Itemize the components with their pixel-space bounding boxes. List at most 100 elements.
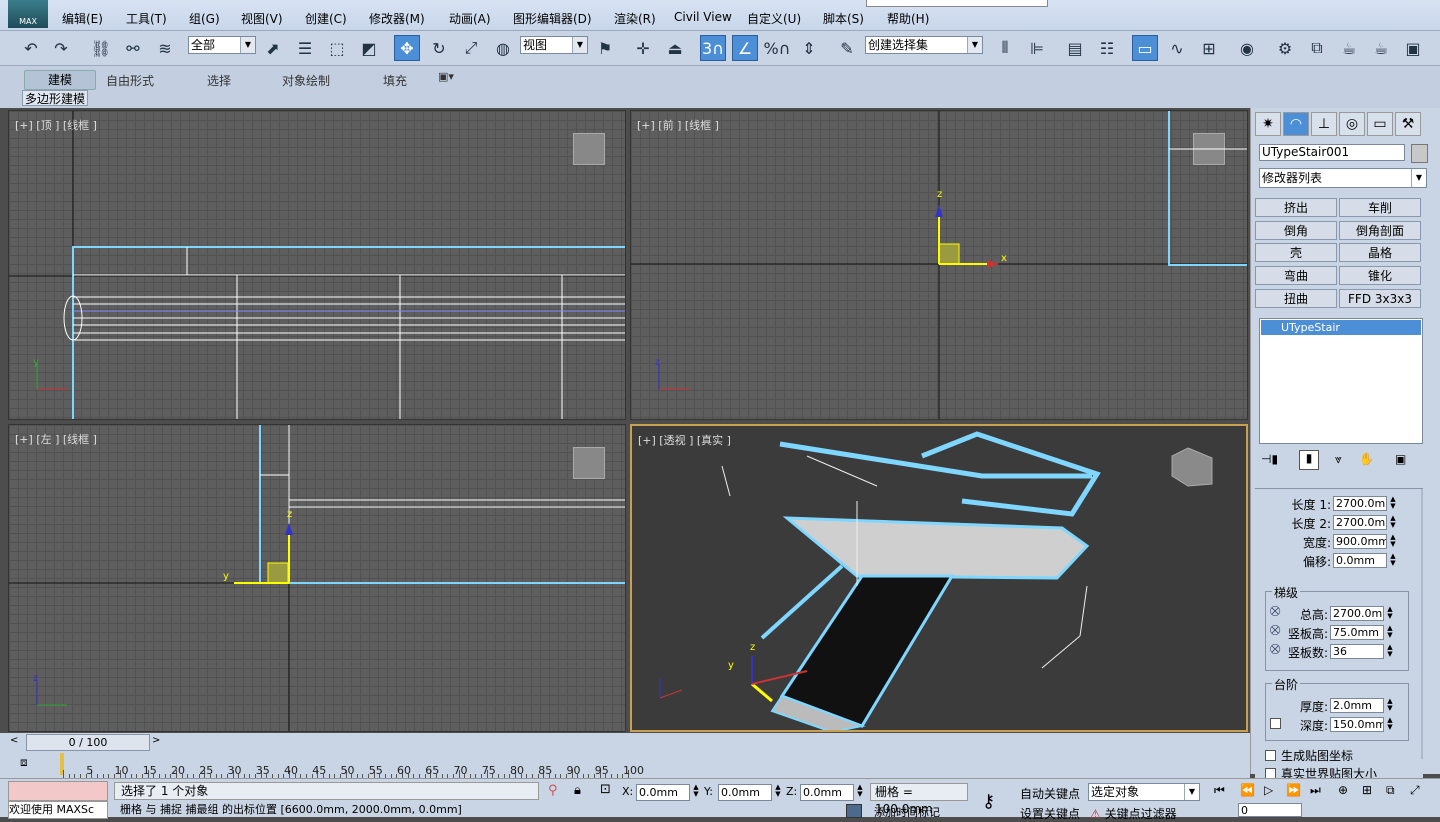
render-iterative-icon[interactable]: ☕ bbox=[1368, 35, 1394, 61]
stack-item-utypestair[interactable]: UTypeStair bbox=[1261, 320, 1421, 335]
menu-modifiers[interactable]: 修改器(M) bbox=[369, 10, 425, 27]
modifier-button-shell[interactable]: 壳 bbox=[1255, 243, 1337, 262]
menu-help[interactable]: 帮助(H) bbox=[887, 10, 929, 27]
next-frame-icon[interactable]: ⏩ bbox=[1286, 783, 1301, 797]
riser-height-spinner[interactable]: ▲ ▼ bbox=[1386, 625, 1394, 640]
time-slider-thumb[interactable]: 0 / 100 bbox=[26, 734, 150, 751]
menu-scripting[interactable]: 脚本(S) bbox=[823, 10, 864, 27]
thickness-input[interactable]: 2.0mm bbox=[1330, 698, 1384, 713]
create-tab-icon[interactable]: ✷ bbox=[1255, 112, 1281, 136]
scene-explorer-icon[interactable]: ☷ bbox=[1094, 35, 1120, 61]
set-key-icon[interactable]: ⚷ bbox=[982, 791, 995, 812]
riser-height-input[interactable]: 75.0mm bbox=[1330, 625, 1384, 640]
render-setup-icon[interactable]: ⚙ bbox=[1272, 35, 1298, 61]
move-icon[interactable]: ✥ bbox=[394, 35, 420, 61]
menu-create[interactable]: 创建(C) bbox=[305, 10, 347, 27]
reference-coord-dropdown[interactable]: 视图 ▼ bbox=[520, 36, 588, 54]
keyboard-shortcut-override-icon[interactable]: ⏏ bbox=[662, 35, 688, 61]
motion-tab-icon[interactable]: ◎ bbox=[1339, 112, 1365, 136]
total-height-spinner[interactable]: ▲ ▼ bbox=[1386, 606, 1394, 621]
selection-filter-dropdown[interactable]: 全部 ▼ bbox=[188, 36, 256, 54]
unlink-icon[interactable]: ⚯ bbox=[120, 35, 146, 61]
goto-start-icon[interactable]: ⏮ bbox=[1214, 783, 1225, 798]
modifier-button-bevel-profile[interactable]: 倒角剖面 bbox=[1339, 221, 1421, 240]
track-bar[interactable]: ⧈ 5 10 15 20 25 30 35 40 45 50 55 60 65 70 75 80 85 90 95 1… bbox=[0, 751, 1250, 778]
riser-count-input[interactable]: 36 bbox=[1330, 644, 1384, 659]
mirror-icon[interactable]: ⫴ bbox=[992, 35, 1018, 61]
modifier-button-lathe[interactable]: 车削 bbox=[1339, 198, 1421, 217]
x-coord-input[interactable]: 0.0mm bbox=[636, 784, 690, 801]
isolate-icon[interactable]: ⚲ bbox=[548, 783, 558, 798]
render-online-icon[interactable]: ▣ bbox=[1400, 35, 1426, 61]
polygon-modeling-button[interactable]: 多边形建模 bbox=[22, 90, 88, 106]
length1-input[interactable]: 2700.0mm bbox=[1333, 496, 1387, 511]
modifier-button-extrude[interactable]: 挤出 bbox=[1255, 198, 1337, 217]
maxscript-welcome[interactable]: 欢迎使用 MAXSc bbox=[8, 801, 108, 819]
gen-map-coords-checkbox[interactable] bbox=[1265, 750, 1276, 761]
pivot-center-icon[interactable]: ⚑ bbox=[592, 35, 618, 61]
maxscript-listener[interactable] bbox=[8, 781, 108, 801]
material-editor-icon[interactable]: ◉ bbox=[1234, 35, 1260, 61]
play-icon[interactable]: ▷ bbox=[1264, 783, 1273, 797]
length2-spinner[interactable]: ▲ ▼ bbox=[1389, 515, 1397, 530]
y-coord-input[interactable]: 0.0mm bbox=[718, 784, 772, 801]
length1-spinner[interactable]: ▲ ▼ bbox=[1389, 496, 1397, 511]
x-coord-spinner[interactable]: ▲ ▼ bbox=[692, 784, 700, 799]
link-icon[interactable]: ⛓ bbox=[88, 35, 114, 61]
ribbon-options-icon[interactable]: ▣▾ bbox=[438, 70, 454, 83]
spinner-snap-icon[interactable]: ⇕ bbox=[796, 35, 822, 61]
bind-space-warp-icon[interactable]: ≋ bbox=[152, 35, 178, 61]
time-next-icon[interactable]: > bbox=[152, 735, 160, 746]
hierarchy-tab-icon[interactable]: ⊥ bbox=[1311, 112, 1337, 136]
snaps-toggle-icon[interactable]: 3 ∩ bbox=[700, 35, 726, 61]
menu-edit[interactable]: 编辑(E) bbox=[62, 10, 103, 27]
modifier-button-lattice[interactable]: 晶格 bbox=[1339, 243, 1421, 262]
offset-spinner[interactable]: ▲ ▼ bbox=[1389, 553, 1397, 568]
modifier-list-dropdown[interactable]: 修改器列表 ▼ bbox=[1259, 168, 1427, 188]
select-by-name-icon[interactable]: ☰ bbox=[292, 35, 318, 61]
total-height-input[interactable]: 2700.0mm bbox=[1330, 606, 1384, 621]
length2-input[interactable]: 2700.0mm bbox=[1333, 515, 1387, 530]
viewport-front[interactable]: [+] [前 ] [线框 ] z x z bbox=[630, 110, 1248, 420]
layer-manager-icon[interactable]: ▤ bbox=[1062, 35, 1088, 61]
rotate-icon[interactable]: ↻ bbox=[426, 35, 452, 61]
rendered-frame-icon[interactable]: ⧉ bbox=[1304, 35, 1330, 61]
zoom-extents-icon[interactable]: ⧉ bbox=[1386, 783, 1395, 798]
curve-editor-icon[interactable]: ∿ bbox=[1164, 35, 1190, 61]
riser-count-spinner[interactable]: ▲ ▼ bbox=[1386, 644, 1394, 659]
scale-icon[interactable]: ⤢ bbox=[458, 35, 484, 61]
align-icon[interactable]: ⊫ bbox=[1024, 35, 1050, 61]
menu-customize[interactable]: 自定义(U) bbox=[747, 10, 801, 27]
named-selection-dropdown[interactable]: 创建选择集 ▼ bbox=[865, 36, 983, 54]
menu-graph-editors[interactable]: 图形编辑器(D) bbox=[513, 10, 592, 27]
zoom-icon[interactable]: ⊕ bbox=[1338, 783, 1348, 797]
select-manipulate-icon[interactable]: ✛ bbox=[630, 35, 656, 61]
modifier-button-bevel[interactable]: 倒角 bbox=[1255, 221, 1337, 240]
ribbon-tab-modeling[interactable]: 建模 bbox=[24, 70, 96, 90]
display-tab-icon[interactable]: ▭ bbox=[1367, 112, 1393, 136]
y-coord-spinner[interactable]: ▲ ▼ bbox=[774, 784, 782, 799]
schematic-view-icon[interactable]: ⊞ bbox=[1196, 35, 1222, 61]
menu-civil-view[interactable]: Civil View bbox=[674, 10, 732, 24]
ribbon-tab-object-paint[interactable]: 对象绘制 bbox=[282, 72, 330, 89]
redo-icon[interactable]: ↷ bbox=[48, 35, 74, 61]
render-production-icon[interactable]: ☕ bbox=[1336, 35, 1362, 61]
key-filters-button[interactable]: ⚠ 关键点过滤器 bbox=[1090, 805, 1177, 822]
modifier-button-twist[interactable]: 扭曲 bbox=[1255, 289, 1337, 308]
lock-riser-count-icon[interactable]: ⛒ bbox=[1270, 644, 1280, 655]
select-object-icon[interactable]: ⬈ bbox=[260, 35, 286, 61]
lock-riser-height-icon[interactable]: ⛒ bbox=[1270, 625, 1280, 636]
menu-group[interactable]: 组(G) bbox=[189, 10, 220, 27]
modifier-button-ffd[interactable]: FFD 3x3x3 bbox=[1339, 289, 1421, 308]
depth-spinner[interactable]: ▲ ▼ bbox=[1386, 717, 1394, 732]
rect-selection-icon[interactable]: ⬚ bbox=[324, 35, 350, 61]
lock-total-icon[interactable]: ⛒ bbox=[1270, 606, 1280, 617]
width-spinner[interactable]: ▲ ▼ bbox=[1389, 534, 1397, 549]
auto-key-button[interactable]: 自动关键点 bbox=[1020, 785, 1080, 802]
z-coord-input[interactable]: 0.0mm bbox=[800, 784, 854, 801]
modify-tab-icon[interactable]: ◠ bbox=[1283, 112, 1309, 136]
selection-lock-icon[interactable]: 🔒︎ bbox=[574, 783, 581, 798]
ribbon-toggle-icon[interactable]: ▭ bbox=[1132, 35, 1158, 61]
modifier-button-taper[interactable]: 锥化 bbox=[1339, 266, 1421, 285]
percent-snap-icon[interactable]: % ∩ bbox=[764, 35, 791, 61]
